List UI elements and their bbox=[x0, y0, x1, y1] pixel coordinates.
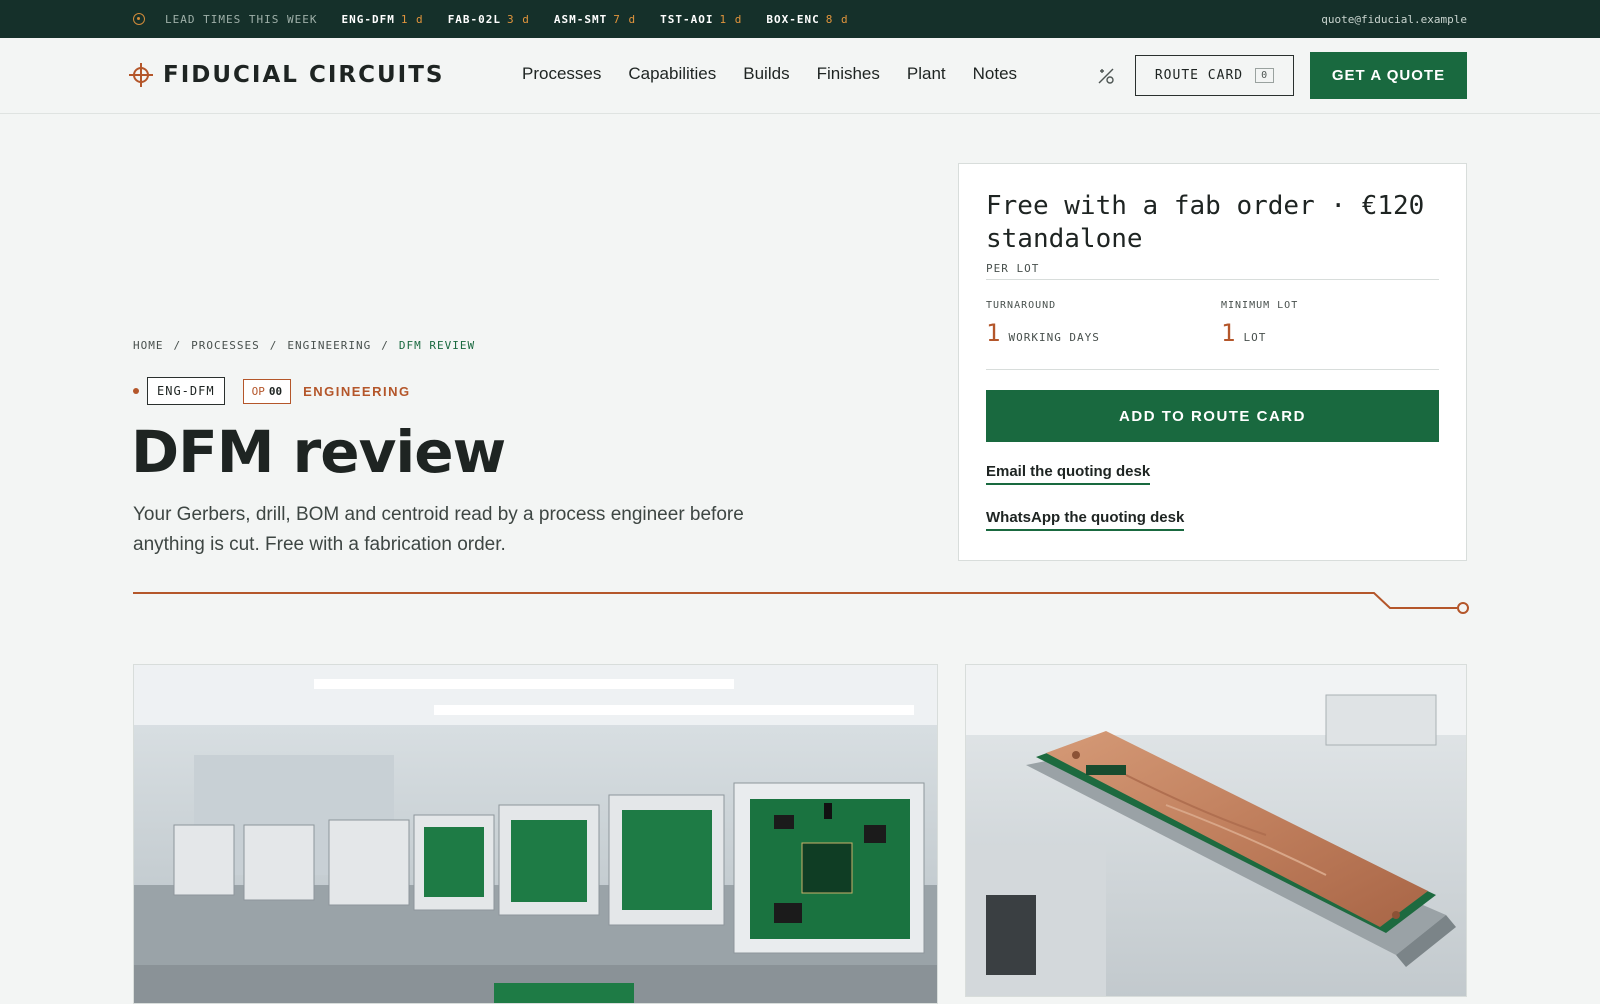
site-header: FIDUCIAL CIRCUITS Processes Capabilities… bbox=[0, 38, 1600, 114]
add-to-route-card-button[interactable]: ADD TO ROUTE CARD bbox=[986, 390, 1439, 442]
get-quote-button[interactable]: GET A QUOTE bbox=[1310, 52, 1467, 99]
brand-logo[interactable]: FIDUCIAL CIRCUITS bbox=[129, 62, 445, 88]
copper-panel-photo bbox=[965, 664, 1467, 997]
category-label: ENGINEERING bbox=[303, 383, 411, 399]
nav-plant[interactable]: Plant bbox=[907, 64, 946, 84]
divider bbox=[986, 279, 1439, 280]
email-quoting-desk-link[interactable]: Email the quoting desk bbox=[986, 463, 1151, 485]
brand-name: FIDUCIAL CIRCUITS bbox=[163, 62, 445, 88]
pricing-card: Free with a fab order · €120 standalone … bbox=[958, 163, 1467, 561]
ticker-item: FAB-02L 3 d bbox=[447, 12, 530, 26]
page-lede: Your Gerbers, drill, BOM and centroid re… bbox=[133, 504, 744, 555]
main-nav: Processes Capabilities Builds Finishes P… bbox=[522, 64, 1017, 84]
breadcrumb-separator: / bbox=[173, 339, 182, 352]
breadcrumb-home[interactable]: HOME bbox=[133, 339, 164, 352]
process-tags: ENG-DFM OP 00 ENGINEERING bbox=[133, 377, 411, 405]
ticker-item: TST-AOI 1 d bbox=[660, 12, 743, 26]
route-card-button[interactable]: ROUTE CARD 0 bbox=[1135, 55, 1294, 96]
nav-capabilities[interactable]: Capabilities bbox=[628, 64, 716, 84]
price-unit: PER LOT bbox=[986, 262, 1040, 275]
nav-notes[interactable]: Notes bbox=[973, 64, 1017, 84]
theme-toggle-icon[interactable] bbox=[1096, 66, 1116, 86]
ticker-item: ENG-DFM 1 d bbox=[341, 12, 424, 26]
whatsapp-quoting-desk-link[interactable]: WhatsApp the quoting desk bbox=[986, 509, 1185, 531]
nav-finishes[interactable]: Finishes bbox=[817, 64, 880, 84]
ticker-label: LEAD TIMES THIS WEEK bbox=[165, 12, 318, 26]
assembly-line-photo bbox=[133, 664, 938, 1004]
op-number-badge: OP 00 bbox=[242, 378, 292, 404]
ticker-item: BOX-ENC 8 d bbox=[766, 12, 849, 26]
target-icon bbox=[133, 13, 145, 25]
process-code-badge: ENG-DFM bbox=[147, 377, 225, 405]
breadcrumb-separator: / bbox=[381, 339, 389, 352]
turnaround-stat: TURNAROUND 1 WORKING DAYS bbox=[986, 300, 1100, 347]
divider bbox=[986, 369, 1439, 370]
price-text: Free with a fab order · €120 standalone bbox=[986, 191, 1425, 254]
breadcrumb-current: DFM REVIEW bbox=[398, 339, 476, 352]
breadcrumb: HOME / PROCESSES / ENGINEERING / DFM REV… bbox=[133, 339, 475, 352]
route-card-count: 0 bbox=[1255, 68, 1275, 83]
status-dot-icon bbox=[133, 388, 139, 394]
page-title: DFM review bbox=[131, 418, 506, 486]
breadcrumb-separator: / bbox=[269, 339, 278, 352]
breadcrumb-processes[interactable]: PROCESSES bbox=[191, 339, 260, 352]
nav-processes[interactable]: Processes bbox=[522, 64, 601, 84]
route-card-label: ROUTE CARD bbox=[1154, 68, 1244, 83]
quote-email-link[interactable]: quote@fiducial.example bbox=[1321, 13, 1467, 26]
fiducial-mark-icon bbox=[129, 63, 153, 87]
ticker-item: ASM-SMT 7 d bbox=[553, 12, 637, 26]
lead-time-ticker: LEAD TIMES THIS WEEK ENG-DFM 1 d FAB-02L 3… bbox=[0, 0, 1600, 38]
minimum-lot-stat: MINIMUM LOT 1 LOT bbox=[1221, 300, 1299, 347]
nav-builds[interactable]: Builds bbox=[743, 64, 789, 84]
circuit-trace-divider bbox=[133, 592, 1469, 614]
breadcrumb-engineering[interactable]: ENGINEERING bbox=[287, 339, 371, 352]
